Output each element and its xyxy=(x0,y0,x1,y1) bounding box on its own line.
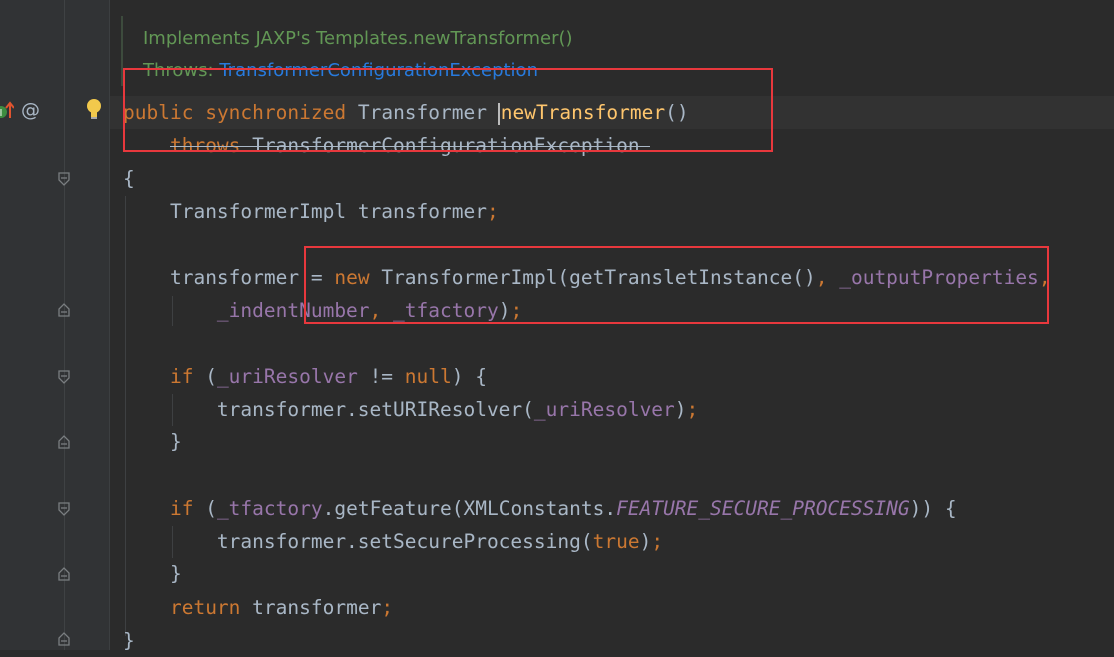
code-line-9[interactable]: } xyxy=(123,425,182,458)
code-line-8[interactable]: transformer.setURIResolver(_uriResolver)… xyxy=(123,393,698,426)
code-line-12[interactable]: } xyxy=(123,557,182,590)
close-brace: } xyxy=(169,430,182,453)
code-line-11[interactable]: transformer.setSecureProcessing(true); xyxy=(123,525,663,558)
svg-text:I: I xyxy=(0,108,2,119)
code-line-13[interactable]: return transformer; xyxy=(123,591,393,624)
close-brace: } xyxy=(123,629,135,652)
code-line-3[interactable]: { xyxy=(123,162,135,195)
local-var-type[interactable]: TransformerImpl xyxy=(170,200,346,223)
intention-bulb-icon[interactable] xyxy=(83,96,105,127)
annotation-at-icon[interactable]: @ xyxy=(21,99,40,121)
keyword-null: null xyxy=(404,365,452,388)
local-var-name[interactable]: transformer xyxy=(358,200,487,223)
open-brace: { xyxy=(123,167,135,190)
close-paren: ) xyxy=(674,398,687,421)
constant-feature-secure-processing[interactable]: FEATURE_SECURE_PROCESSING xyxy=(616,497,910,520)
field-tfactory[interactable]: _tfactory xyxy=(217,497,323,520)
return-value[interactable]: transformer xyxy=(252,596,381,619)
open-paren: ( xyxy=(193,365,217,388)
fold-start-icon[interactable] xyxy=(58,172,70,186)
code-line-7[interactable]: if (_uriResolver != null) { xyxy=(123,360,487,393)
keyword-if: if xyxy=(169,365,194,388)
close-paren-brace: ) { xyxy=(451,365,487,388)
code-line-4[interactable]: TransformerImpl transformer; xyxy=(123,195,499,228)
code-line-10[interactable]: if (_tfactory.getFeature(XMLConstants.FE… xyxy=(123,492,957,525)
field-uri-resolver[interactable]: _uriResolver xyxy=(217,365,358,388)
semicolon: ; xyxy=(686,398,699,421)
fold-end-icon[interactable] xyxy=(58,567,70,581)
fold-start-icon[interactable] xyxy=(58,370,70,384)
get-feature-call[interactable]: .getFeature(XMLConstants. xyxy=(323,497,617,520)
implementing-method-icon[interactable]: I xyxy=(0,100,15,127)
highlight-box-constructor-call xyxy=(304,246,1049,324)
set-secure-processing-call[interactable]: transformer.setSecureProcessing( xyxy=(217,530,593,553)
semicolon: ; xyxy=(486,200,499,223)
highlight-box-method-signature xyxy=(123,68,773,152)
open-paren: ( xyxy=(193,497,217,520)
fold-end-icon[interactable] xyxy=(58,435,70,449)
fold-end-icon[interactable] xyxy=(58,632,70,646)
keyword-if: if xyxy=(169,497,194,520)
field-uri-resolver[interactable]: _uriResolver xyxy=(534,398,675,421)
fold-guide-line xyxy=(64,0,65,650)
not-equal-operator: != xyxy=(357,365,405,388)
fold-end-icon[interactable] xyxy=(58,303,70,317)
semicolon: ; xyxy=(651,530,664,553)
close-paren: ) xyxy=(639,530,652,553)
fold-start-icon[interactable] xyxy=(58,502,70,516)
keyword-true: true xyxy=(592,530,640,553)
javadoc-implements-text: Implements JAXP's Templates.newTransform… xyxy=(143,28,573,49)
semicolon: ; xyxy=(381,596,394,619)
assign-target[interactable]: transformer xyxy=(170,266,299,289)
javadoc-implements: Implements JAXP's Templates.newTransform… xyxy=(143,22,573,55)
close-paren-brace: )) { xyxy=(909,497,957,520)
keyword-return: return xyxy=(169,596,241,619)
set-uri-resolver-call[interactable]: transformer.setURIResolver( xyxy=(217,398,534,421)
code-line-14[interactable]: } xyxy=(123,624,135,657)
close-brace: } xyxy=(169,562,182,585)
